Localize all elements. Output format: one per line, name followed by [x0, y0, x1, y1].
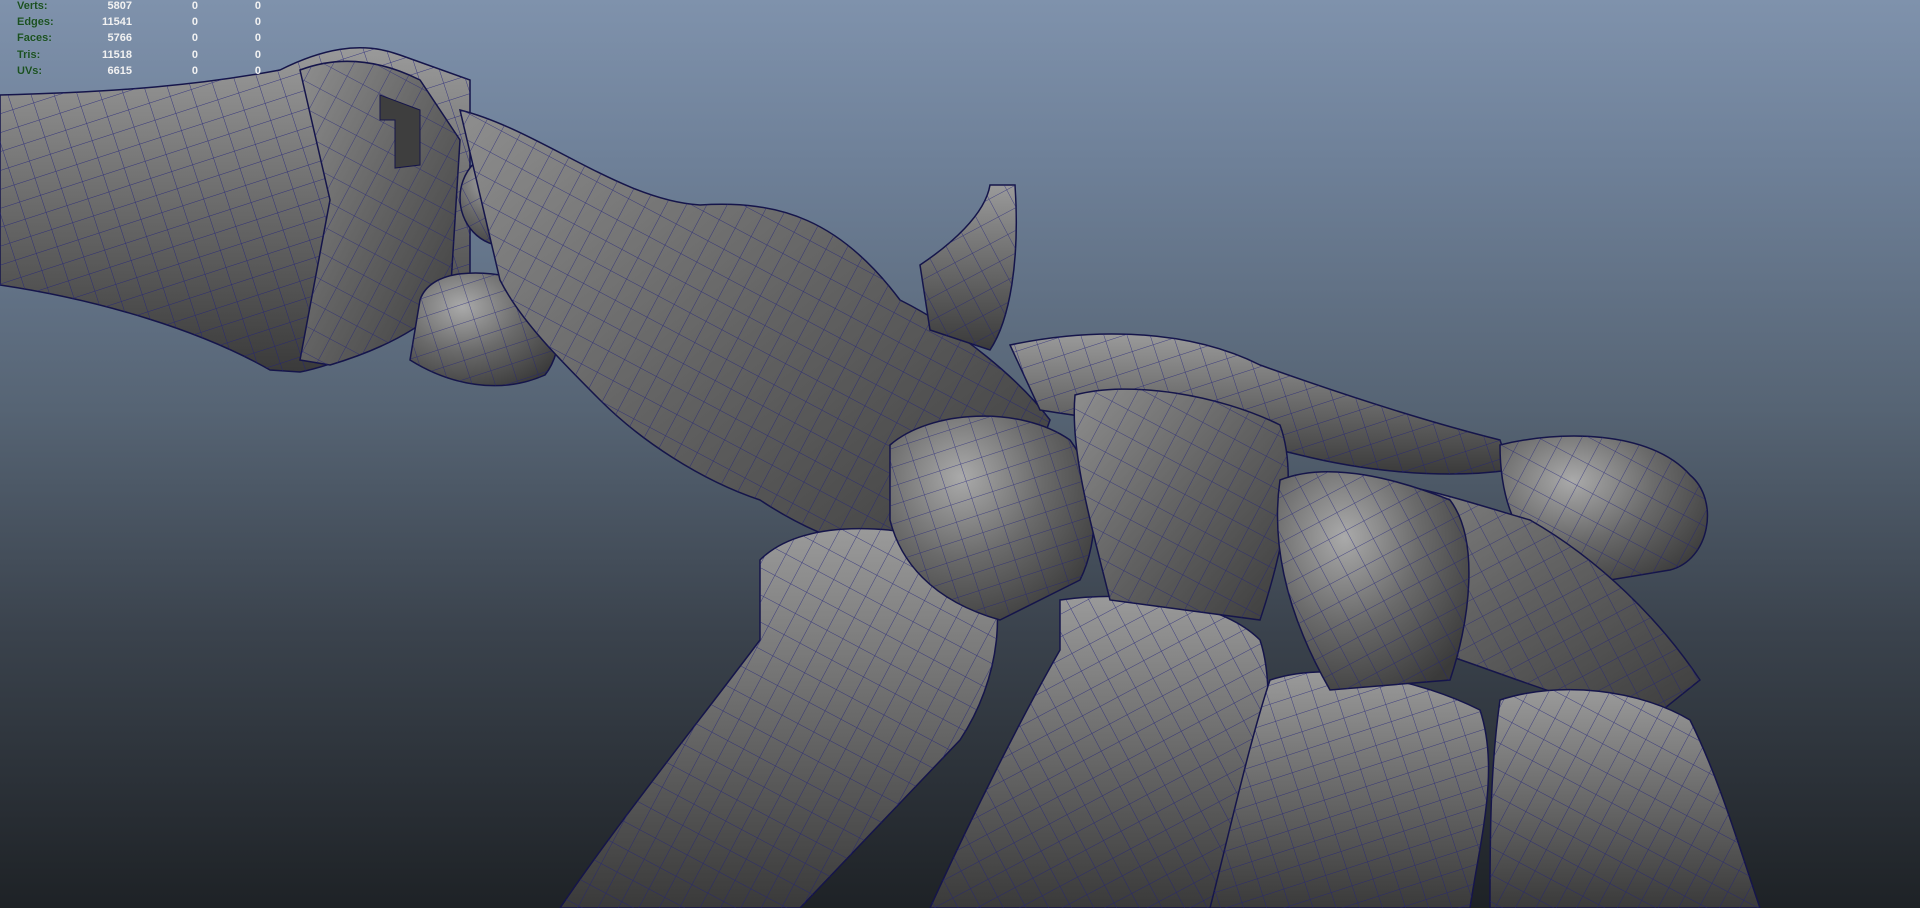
hud-count-component: 0: [254, 65, 261, 77]
hamate-hook[interactable]: [919, 184, 1017, 351]
hud-label: Faces:: [17, 32, 52, 44]
maya-viewport[interactable]: Verts: 5807 0 0 Edges: 11541 0 0 Faces: 5766 0 0 Tri…: [0, 0, 1920, 908]
trapezoid-block[interactable]: [1073, 388, 1289, 621]
poly-count-hud: Verts: 5807 0 0 Edges: 11541 0 0 Faces: 5766 0 0 Tri…: [0, 0, 270, 100]
hamate-block[interactable]: [1276, 470, 1470, 691]
hud-count-selected: 0: [191, 65, 198, 77]
hud-count-total: 6615: [107, 65, 132, 77]
hud-count-total: 5766: [107, 32, 132, 44]
metacarpal-4[interactable]: [1489, 688, 1761, 908]
hud-count-selected: 0: [191, 32, 198, 44]
hand-skeleton-mesh[interactable]: [0, 0, 1920, 908]
hud-count-component: 0: [254, 32, 261, 44]
hud-label: UVs:: [17, 65, 43, 77]
